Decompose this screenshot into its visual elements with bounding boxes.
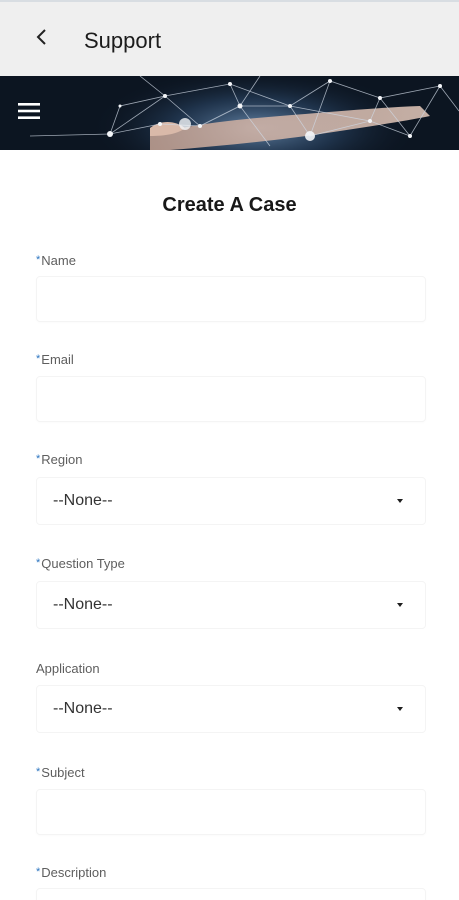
required-marker: *	[36, 254, 41, 266]
region-label-text: Region	[41, 452, 83, 467]
back-button[interactable]	[28, 24, 56, 54]
email-input[interactable]	[36, 376, 426, 422]
description-label-text: Description	[41, 865, 107, 880]
region-select-value: --None--	[53, 492, 113, 509]
question-type-label-text: Question Type	[41, 556, 125, 571]
required-marker: *	[36, 453, 41, 465]
name-input[interactable]	[36, 276, 426, 322]
description-input[interactable]	[36, 888, 426, 900]
question-type-select[interactable]: --None--	[36, 581, 426, 629]
name-label: *Name	[36, 252, 76, 271]
page-title: Support	[84, 28, 162, 53]
application-label-text: Application	[36, 661, 100, 676]
hamburger-menu-icon	[17, 101, 41, 126]
application-select-value: --None--	[53, 700, 113, 717]
question-type-select-value: --None--	[53, 596, 113, 613]
caret-down-icon	[397, 603, 403, 607]
form-heading: Create A Case	[162, 194, 297, 216]
application-label: Application	[36, 660, 100, 678]
network-hand-banner-image	[0, 76, 459, 150]
application-select[interactable]: --None--	[36, 685, 426, 733]
description-label: *Description	[36, 864, 106, 883]
subject-input[interactable]	[36, 789, 426, 835]
required-marker: *	[36, 353, 41, 365]
subject-label: *Subject	[36, 764, 85, 783]
email-label-text: Email	[41, 352, 74, 367]
header-banner	[0, 76, 459, 150]
region-label: *Region	[36, 451, 82, 470]
question-type-label: *Question Type	[36, 555, 125, 574]
app-bar: Support	[0, 0, 459, 76]
required-marker: *	[36, 557, 41, 569]
caret-down-icon	[397, 499, 403, 503]
subject-label-text: Subject	[41, 765, 85, 780]
required-marker: *	[36, 866, 41, 878]
caret-down-icon	[397, 707, 403, 711]
required-marker: *	[36, 766, 41, 778]
menu-button[interactable]	[14, 99, 44, 127]
email-label: *Email	[36, 351, 74, 370]
region-select[interactable]: --None--	[36, 477, 426, 525]
chevron-left-icon	[35, 27, 49, 52]
name-label-text: Name	[41, 253, 76, 268]
